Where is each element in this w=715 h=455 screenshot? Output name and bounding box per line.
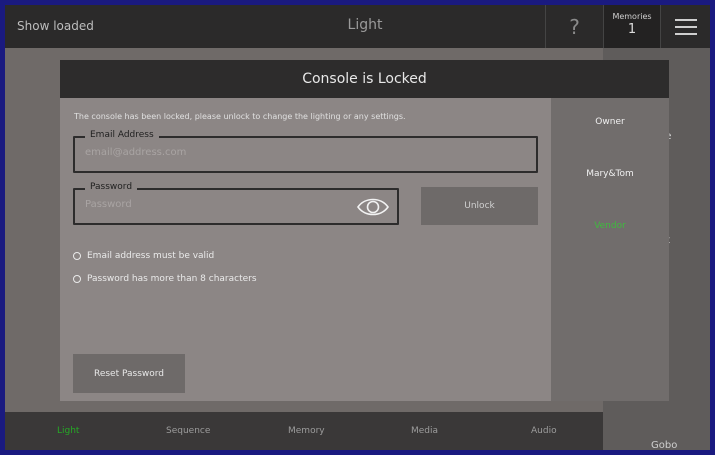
top-bar: Show loaded Light ? Memories 1 (5, 5, 710, 48)
rule-text: Email address must be valid (87, 251, 215, 261)
show-status: Show loaded (17, 19, 94, 33)
tab-memory[interactable]: Memory (288, 426, 325, 436)
help-icon: ? (569, 14, 580, 39)
user-item-owner[interactable]: Owner (551, 117, 669, 127)
user-item-vendor[interactable]: Vendor (551, 221, 669, 231)
memories-button[interactable]: Memories 1 (603, 5, 660, 48)
locked-message: The console has been locked, please unlo… (74, 112, 406, 121)
password-label: Password (85, 182, 138, 192)
bottom-tab-bar: Light Sequence Memory Media Audio (5, 412, 603, 450)
dialog-body: The console has been locked, please unlo… (60, 98, 550, 401)
tab-media[interactable]: Media (411, 426, 438, 436)
memories-label: Memories (612, 12, 652, 21)
unlock-button[interactable]: Unlock (421, 187, 538, 225)
email-label: Email Address (85, 130, 159, 140)
help-button[interactable]: ? (545, 5, 603, 48)
password-field: Password (73, 182, 399, 225)
user-item-mary-tom[interactable]: Mary&Tom (551, 169, 669, 179)
tab-sequence[interactable]: Sequence (166, 426, 210, 436)
validation-rule: Password has more than 8 characters (73, 274, 257, 284)
email-field: Email Address (73, 130, 538, 173)
console-locked-dialog: Console is Locked The console has been l… (60, 60, 669, 401)
rule-text: Password has more than 8 characters (87, 274, 257, 284)
circle-icon (73, 275, 81, 283)
tab-light[interactable]: Light (57, 426, 79, 436)
app-window: Show loaded Light ? Memories 1 e nise ar… (5, 5, 710, 450)
dialog-title: Console is Locked (60, 60, 669, 98)
memories-count: 1 (627, 22, 637, 37)
side-item[interactable]: Gobo (651, 440, 677, 450)
tab-audio[interactable]: Audio (531, 426, 557, 436)
eye-icon[interactable] (357, 196, 389, 218)
password-input[interactable] (85, 199, 311, 210)
reset-password-button[interactable]: Reset Password (73, 354, 185, 393)
user-list: Owner Mary&Tom Vendor (551, 98, 669, 401)
page-title: Light (347, 17, 383, 33)
email-input[interactable] (85, 147, 454, 158)
validation-rule: Email address must be valid (73, 251, 214, 261)
circle-icon (73, 252, 81, 260)
hamburger-menu-icon[interactable] (660, 5, 710, 48)
